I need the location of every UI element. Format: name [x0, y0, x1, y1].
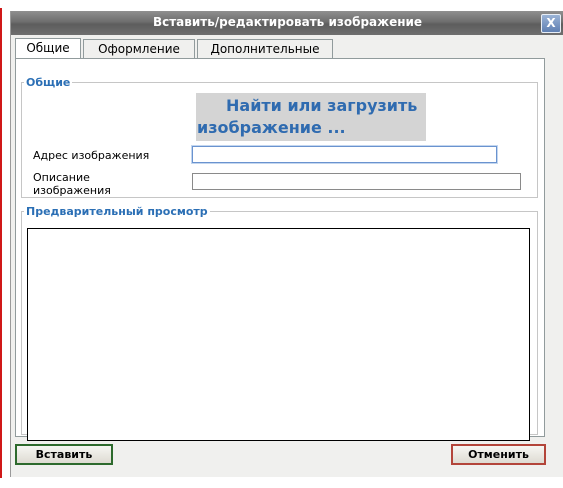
tab-general[interactable]: Общие [15, 38, 81, 60]
tab-advanced[interactable]: Дополнительные [197, 39, 333, 59]
cancel-button[interactable]: Отменить [451, 444, 546, 465]
tab-panel-general: Общие Найти или загрузить изображение ..… [15, 58, 545, 441]
insert-button[interactable]: Вставить [15, 444, 113, 465]
general-legend: Общие [26, 76, 71, 89]
image-description-input[interactable] [192, 173, 521, 190]
image-url-label: Адрес изображения [33, 149, 150, 162]
browse-link-line-1: Найти или загрузить [226, 96, 418, 115]
preview-area [27, 228, 530, 441]
description-label-line-1: Описание [33, 171, 90, 184]
description-label-line-2: изображения [33, 184, 111, 197]
browse-upload-link[interactable]: Найти или загрузить изображение ... [196, 93, 426, 141]
close-icon[interactable]: X [541, 14, 561, 33]
preview-legend: Предварительный просмотр [26, 205, 208, 218]
dialog-title: Вставить/редактировать изображение [152, 15, 423, 29]
tab-appearance[interactable]: Оформление [83, 39, 195, 59]
image-url-input[interactable] [192, 146, 497, 163]
preview-fieldset: Предварительный просмотр [21, 205, 538, 441]
left-edge-marker [0, 8, 2, 478]
browse-link-line-2: изображение ... [197, 118, 346, 137]
title-bar[interactable]: Вставить/редактировать изображение X [11, 11, 563, 35]
